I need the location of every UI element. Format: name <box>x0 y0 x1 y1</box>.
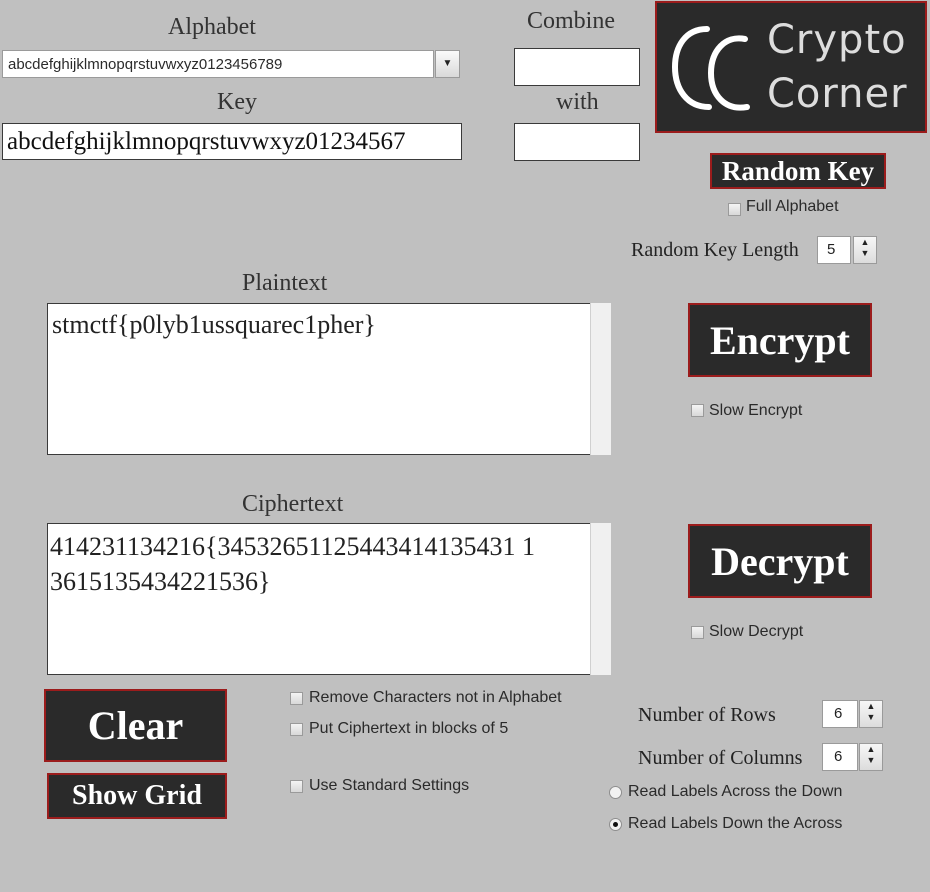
plaintext-label: Plaintext <box>242 270 328 296</box>
radio-down-across-label: Read Labels Down the Across <box>628 815 843 832</box>
crypto-corner-logo: Crypto Corner <box>655 1 927 133</box>
cc-logo-icon <box>671 26 750 111</box>
decrypt-button[interactable]: Decrypt <box>688 524 872 598</box>
ciphertext-line-1: 414231134216{34532651125443414135431 1 <box>50 532 536 561</box>
ciphertext-textarea[interactable]: 414231134216{34532651125443414135431 1 3… <box>47 523 592 675</box>
random-key-length-input[interactable]: 5 <box>817 236 851 264</box>
combine-input-1[interactable] <box>514 48 640 86</box>
chevron-down-icon[interactable]: ▼ <box>435 50 460 78</box>
full-alphabet-label: Full Alphabet <box>746 198 839 215</box>
show-grid-button[interactable]: Show Grid <box>47 773 227 819</box>
logo-line1: Crypto <box>767 17 907 63</box>
full-alphabet-checkbox[interactable] <box>728 200 741 218</box>
random-key-button[interactable]: Random Key <box>710 153 886 189</box>
key-value: abcdefghijklmnopqrstuvwxyz01234567 <box>7 128 406 155</box>
slow-encrypt-checkbox[interactable] <box>691 404 704 422</box>
remove-chars-checkbox[interactable] <box>290 692 303 710</box>
combine-input-2[interactable] <box>514 123 640 161</box>
alphabet-label: Alphabet <box>168 14 256 40</box>
ciphertext-label: Ciphertext <box>242 491 344 517</box>
standard-settings-label: Use Standard Settings <box>309 777 470 794</box>
remove-chars-label: Remove Characters not in Alphabet <box>309 689 562 706</box>
ciphertext-line-2: 3615135434221536} <box>50 567 271 596</box>
key-label: Key <box>217 89 257 115</box>
slow-decrypt-checkbox[interactable] <box>691 626 704 644</box>
slow-decrypt-label: Slow Decrypt <box>709 623 804 640</box>
encrypt-button[interactable]: Encrypt <box>688 303 872 377</box>
plaintext-textarea[interactable]: stmctf{p0lyb1ussquarec1pher} <box>47 303 592 455</box>
clear-button[interactable]: Clear <box>44 689 227 762</box>
rows-stepper[interactable]: ▲ ▼ <box>859 700 883 728</box>
random-key-length-stepper[interactable]: ▲ ▼ <box>853 236 877 264</box>
radio-across-down-label: Read Labels Across the Down <box>628 783 843 800</box>
standard-settings-checkbox[interactable] <box>290 780 303 798</box>
alphabet-value: abcdefghijklmnopqrstuvwxyz0123456789 <box>8 56 283 73</box>
plaintext-scrollbar[interactable] <box>590 303 611 455</box>
random-key-length-label: Random Key Length <box>631 239 799 261</box>
plaintext-value: stmctf{p0lyb1ussquarec1pher} <box>52 310 376 339</box>
radio-across-down[interactable] <box>609 786 622 804</box>
logo-line2: Corner <box>767 71 908 117</box>
cols-input[interactable]: 6 <box>822 743 858 771</box>
combine-label: Combine <box>527 8 615 34</box>
cols-label: Number of Columns <box>638 747 803 769</box>
alphabet-select[interactable]: abcdefghijklmnopqrstuvwxyz0123456789 <box>2 50 434 78</box>
radio-down-across[interactable] <box>609 818 622 836</box>
rows-input[interactable]: 6 <box>822 700 858 728</box>
blocks-of-5-label: Put Ciphertext in blocks of 5 <box>309 720 509 737</box>
rows-label: Number of Rows <box>638 704 776 726</box>
blocks-of-5-checkbox[interactable] <box>290 723 303 741</box>
slow-encrypt-label: Slow Encrypt <box>709 402 803 419</box>
key-input[interactable]: abcdefghijklmnopqrstuvwxyz01234567 <box>2 123 462 160</box>
with-label: with <box>556 89 599 115</box>
cols-stepper[interactable]: ▲ ▼ <box>859 743 883 771</box>
ciphertext-scrollbar[interactable] <box>590 523 611 675</box>
